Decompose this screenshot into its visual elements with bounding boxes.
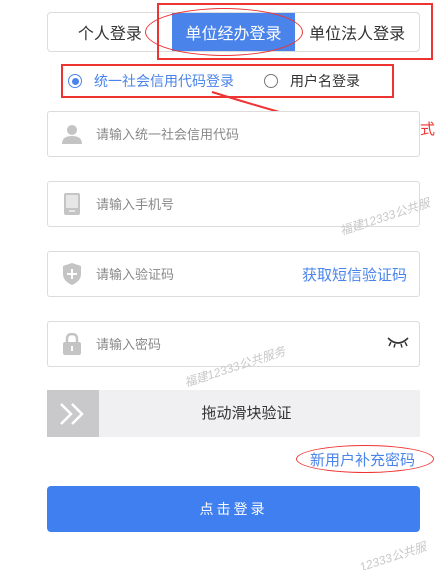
password-field: [47, 321, 420, 367]
phone-icon: [48, 182, 96, 226]
tab-personal-login[interactable]: 个人登录: [48, 13, 172, 51]
new-user-password-link[interactable]: 新用户补充密码: [310, 449, 415, 470]
credit-code-input[interactable]: [96, 112, 419, 156]
credit-code-field: [47, 111, 420, 157]
login-button[interactable]: 点击登录: [47, 486, 420, 532]
slider-label: 拖动滑块验证: [201, 405, 292, 422]
login-type-tabs: 个人登录 单位经办登录 单位法人登录: [47, 12, 420, 52]
eye-closed-icon[interactable]: [387, 335, 409, 353]
shield-icon: [48, 252, 96, 296]
radio-username-label: 用户名登录: [290, 73, 360, 89]
lock-icon: [48, 322, 96, 366]
phone-input[interactable]: [96, 182, 419, 226]
sms-code-field: 获取短信验证码: [47, 251, 420, 297]
radio-credit-code-label: 统一社会信用代码登录: [94, 73, 234, 89]
sms-code-input[interactable]: [96, 252, 302, 296]
user-icon: [48, 112, 96, 156]
radio-username-login[interactable]: 用户名登录: [264, 71, 360, 91]
tab-unit-legal-login[interactable]: 单位法人登录: [295, 13, 419, 51]
radio-credit-code-login[interactable]: 统一社会信用代码登录: [68, 71, 234, 91]
slider-handle[interactable]: [47, 390, 99, 437]
radio-unchecked-icon: [264, 74, 278, 88]
get-sms-code-link[interactable]: 获取短信验证码: [302, 264, 407, 285]
password-input[interactable]: [96, 322, 387, 366]
slider-captcha: 拖动滑块验证: [47, 390, 420, 437]
tab-unit-agent-login[interactable]: 单位经办登录: [171, 13, 296, 51]
double-chevron-right-icon: [60, 402, 84, 425]
watermark-text: 12333公共服: [357, 539, 428, 570]
phone-field: [47, 181, 420, 227]
radio-checked-icon: [68, 74, 82, 88]
